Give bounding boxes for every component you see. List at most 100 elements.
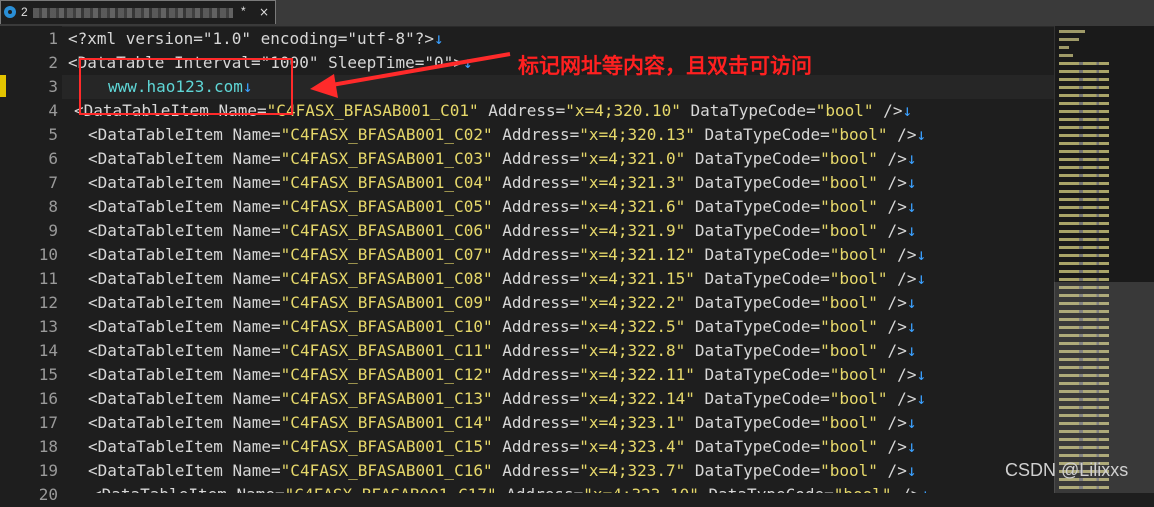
attr-name: Address=	[492, 293, 580, 312]
code-line[interactable]: <DataTableItem Name="C4FASX_BFASAB001_C0…	[88, 267, 926, 291]
tag-name: <DataTableItem	[88, 197, 233, 216]
attr-name: Address=	[492, 389, 580, 408]
minimap-line	[1059, 54, 1073, 57]
attr-value-name: "C4FASX_BFASAB001_C14"	[280, 413, 493, 432]
tag-name: <DataTableItem	[88, 245, 233, 264]
line-number: 11	[38, 269, 58, 288]
attr-name: Address=	[497, 485, 583, 493]
attr-name: Name=	[232, 413, 281, 432]
tag-close: />	[877, 293, 907, 312]
code-line[interactable]: <DataTableItem Name="C4FASX_BFASAB001_C1…	[92, 483, 930, 493]
attr-name: DataTypeCode=	[685, 197, 821, 216]
eol-marker: ↓	[916, 245, 927, 264]
attr-value-address: "x=4;320.10"	[565, 101, 681, 120]
attr-name: Name=	[232, 437, 281, 456]
code-line[interactable]: <DataTableItem Name="C4FASX_BFASAB001_C1…	[88, 387, 926, 411]
eol-marker: ↓	[906, 293, 917, 312]
tag-name: <DataTableItem	[88, 149, 233, 168]
attr-name: DataTypeCode=	[685, 461, 821, 480]
minimap-line	[1059, 142, 1109, 145]
attr-name: Address=	[492, 221, 580, 240]
tab-document[interactable]: 2 * ×	[0, 0, 276, 24]
code-line[interactable]: <DataTableItem Name="C4FASX_BFASAB001_C0…	[88, 195, 916, 219]
attr-value-address: "x=4;323.7"	[579, 461, 686, 480]
attr-name: Address=	[492, 365, 580, 384]
minimap-line	[1059, 238, 1109, 241]
minimap-line	[1059, 262, 1109, 265]
attr-name: Address=	[492, 317, 580, 336]
code-line[interactable]: <DataTableItem Name="C4FASX_BFASAB001_C1…	[88, 459, 916, 483]
tab-modified-marker: *	[241, 4, 246, 18]
attr-value-type: "bool"	[829, 269, 888, 288]
eol-marker: ↓	[902, 101, 913, 120]
attr-name: DataTypeCode=	[694, 125, 830, 144]
attr-value-address: "x=4;321.12"	[579, 245, 695, 264]
attr-name: DataTypeCode=	[685, 341, 821, 360]
tag-name: <DataTableItem	[88, 365, 233, 384]
line-number: 10	[38, 245, 58, 264]
code-line[interactable]: <DataTableItem Name="C4FASX_BFASAB001_C1…	[88, 411, 916, 435]
attr-name: Name=	[232, 125, 281, 144]
code-line[interactable]: <DataTableItem Name="C4FASX_BFASAB001_C0…	[88, 123, 926, 147]
attr-value-name: "C4FASX_BFASAB001_C09"	[280, 293, 493, 312]
code-line[interactable]: <DataTableItem Name="C4FASX_BFASAB001_C1…	[88, 315, 916, 339]
code-line[interactable]: <DataTableItem Name="C4FASX_BFASAB001_C0…	[88, 171, 916, 195]
minimap-line	[1059, 270, 1109, 273]
tag-close: />	[877, 437, 907, 456]
code-line[interactable]: <DataTableItem Name="C4FASX_BFASAB001_C1…	[88, 363, 926, 387]
attr-value-address: "x=4;323.10"	[583, 485, 699, 493]
attr-value-type: "bool"	[820, 461, 878, 480]
attr-name: Name=	[232, 221, 281, 240]
minimap-line	[1059, 110, 1109, 113]
tag-name: <DataTableItem	[88, 437, 233, 456]
eol-marker: ↓	[462, 53, 473, 72]
attr-name: DataTypeCode=	[685, 293, 821, 312]
line-number: 8	[48, 197, 58, 216]
code-line[interactable]: <DataTableItem Name="C4FASX_BFASAB001_C1…	[88, 435, 916, 459]
eol-marker: ↓	[906, 221, 917, 240]
attr-value-type: "bool"	[829, 365, 888, 384]
minimap-line	[1059, 198, 1109, 201]
code-line[interactable]: <DataTableItem Name="C4FASX_BFASAB001_C0…	[88, 243, 926, 267]
attr-name: Address=	[492, 413, 580, 432]
minimap-line	[1059, 150, 1109, 153]
eol-marker: ↓	[906, 341, 917, 360]
tag-close: />	[887, 365, 917, 384]
code-line[interactable]: <DataTableItem Name="C4FASX_BFASAB001_C1…	[88, 339, 916, 363]
line-number: 12	[38, 293, 58, 312]
minimap-line	[1059, 62, 1109, 65]
tag-close: />	[877, 341, 907, 360]
code-line[interactable]: <DataTableItem Name="C4FASX_BFASAB001_C0…	[88, 219, 916, 243]
tag-close: />	[892, 485, 920, 493]
attr-value-name: "C4FASX_BFASAB001_C03"	[280, 149, 493, 168]
attr-value-name: "C4FASX_BFASAB001_C04"	[280, 173, 493, 192]
close-icon[interactable]: ×	[257, 5, 271, 19]
code-line[interactable]: <?xml version="1.0" encoding="utf-8"?>↓	[68, 27, 444, 51]
edge-icon	[4, 6, 16, 18]
line-number: 5	[48, 125, 58, 144]
attr-value-address: "x=4;321.9"	[579, 221, 686, 240]
attr-value-address: "x=4;322.5"	[579, 317, 686, 336]
minimap-line	[1059, 46, 1069, 49]
attr-value-address: "x=4;322.8"	[579, 341, 686, 360]
attr-value-address: "x=4;320.13"	[579, 125, 695, 144]
minimap-line	[1059, 278, 1109, 281]
eol-marker: ↓	[906, 317, 917, 336]
attr-value-name: "C4FASX_BFASAB001_C16"	[280, 461, 493, 480]
eol-marker: ↓	[906, 413, 917, 432]
attr-name: Name=	[232, 245, 281, 264]
attr-name: Address=	[492, 173, 580, 192]
attr-name: Name=	[232, 197, 281, 216]
attr-value-type: "bool"	[820, 221, 878, 240]
attr-value-type: "bool"	[820, 317, 878, 336]
code-line[interactable]: <DataTableItem Name="C4FASX_BFASAB001_C0…	[88, 147, 916, 171]
attr-value-name: "C4FASX_BFASAB001_C11"	[280, 341, 493, 360]
attr-name: DataTypeCode=	[694, 245, 830, 264]
minimap-line	[1059, 126, 1109, 129]
tag-name: <DataTableItem	[88, 173, 233, 192]
tab-title: 2	[21, 5, 28, 19]
attr-name: DataTypeCode=	[680, 101, 816, 120]
code-line[interactable]: <DataTableItem Name="C4FASX_BFASAB001_C0…	[88, 291, 916, 315]
attr-value-name: "C4FASX_BFASAB001_C08"	[280, 269, 493, 288]
attr-name: DataTypeCode=	[685, 173, 821, 192]
